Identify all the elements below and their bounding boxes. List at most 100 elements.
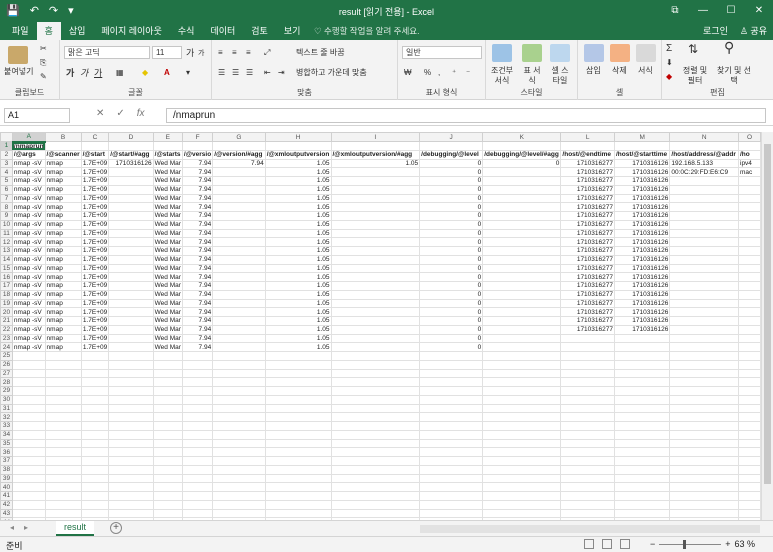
- cell[interactable]: [11, 421, 46, 431]
- cell[interactable]: 7.94: [181, 246, 214, 256]
- cell[interactable]: [212, 184, 266, 195]
- row-header[interactable]: 28: [0, 377, 13, 387]
- cell[interactable]: 1.05: [264, 193, 332, 204]
- cell[interactable]: [108, 228, 154, 239]
- row-header[interactable]: 37: [0, 456, 13, 466]
- cell[interactable]: [560, 333, 615, 344]
- cell[interactable]: nmap: [44, 324, 82, 335]
- font-name-select[interactable]: 맑은 고딕: [64, 46, 150, 59]
- cell[interactable]: 1710316277: [560, 324, 615, 335]
- cell[interactable]: 1.7E+09: [80, 202, 110, 212]
- cell[interactable]: 1710316126: [613, 324, 671, 335]
- cell[interactable]: [44, 386, 82, 396]
- cell[interactable]: 1710316126: [613, 158, 671, 169]
- cell[interactable]: 1.7E+09: [80, 307, 110, 317]
- cell[interactable]: 1.05: [264, 246, 332, 256]
- minimize-icon[interactable]: —: [689, 0, 717, 22]
- cell[interactable]: [108, 456, 154, 466]
- cell[interactable]: [11, 499, 46, 510]
- cell[interactable]: nmap: [44, 254, 82, 265]
- cell[interactable]: [264, 491, 332, 501]
- cell[interactable]: [419, 482, 484, 492]
- cell[interactable]: /@start: [80, 149, 110, 160]
- cell[interactable]: [80, 386, 110, 396]
- cell[interactable]: [80, 508, 110, 519]
- cell[interactable]: [181, 438, 214, 449]
- cell[interactable]: 7.94: [181, 342, 214, 352]
- cell[interactable]: [482, 456, 562, 466]
- cell[interactable]: [419, 456, 484, 466]
- cell[interactable]: [108, 272, 154, 282]
- cell[interactable]: [212, 246, 266, 256]
- row-header[interactable]: 20: [0, 307, 13, 317]
- cell[interactable]: [44, 368, 82, 379]
- login-link[interactable]: 로그인: [703, 22, 728, 40]
- cell[interactable]: [669, 473, 739, 484]
- cell[interactable]: [738, 491, 761, 501]
- find-select-icon[interactable]: ⚲: [724, 40, 734, 54]
- cell[interactable]: [44, 429, 82, 440]
- cell[interactable]: [108, 316, 154, 326]
- cell[interactable]: [44, 499, 82, 510]
- cell[interactable]: [264, 456, 332, 466]
- cell[interactable]: [419, 351, 484, 361]
- autosum-icon[interactable]: Σ: [666, 44, 672, 54]
- delete-cells-button[interactable]: 삭제: [612, 66, 627, 76]
- cell[interactable]: 1.7E+09: [80, 237, 110, 247]
- insert-cells-icon[interactable]: [584, 44, 604, 62]
- column-header[interactable]: F: [181, 132, 214, 142]
- cell[interactable]: 7.94: [181, 281, 214, 291]
- cell[interactable]: [482, 473, 562, 484]
- cell[interactable]: [613, 464, 671, 475]
- cell[interactable]: [560, 491, 615, 501]
- cell[interactable]: [11, 368, 46, 379]
- sort-filter-button[interactable]: 정렬 및 필터: [680, 66, 710, 86]
- cell[interactable]: [738, 246, 761, 256]
- cell[interactable]: nmap -sV: [11, 193, 46, 204]
- cell[interactable]: [560, 351, 615, 361]
- cell[interactable]: [80, 421, 110, 431]
- cell[interactable]: [152, 359, 183, 370]
- cell[interactable]: [560, 403, 615, 414]
- cell[interactable]: [738, 254, 761, 265]
- cell[interactable]: [482, 342, 562, 352]
- cell[interactable]: nmap -sV: [11, 333, 46, 344]
- cell[interactable]: 1710316126: [613, 237, 671, 247]
- align-center-icon[interactable]: ☰: [232, 68, 239, 78]
- cell[interactable]: [44, 141, 82, 151]
- cell[interactable]: [108, 167, 154, 177]
- cell[interactable]: 1.05: [264, 237, 332, 247]
- cell[interactable]: [669, 324, 739, 335]
- cell[interactable]: [212, 421, 266, 431]
- cell[interactable]: nmap: [44, 219, 82, 230]
- cell[interactable]: [80, 351, 110, 361]
- cell[interactable]: [482, 359, 562, 370]
- cell[interactable]: [560, 342, 615, 352]
- increase-decimal-icon[interactable]: ⁺: [452, 68, 456, 78]
- cell[interactable]: [108, 176, 154, 186]
- cell[interactable]: [11, 491, 46, 501]
- cell[interactable]: [108, 263, 154, 274]
- cell[interactable]: Wed Mar: [152, 211, 183, 221]
- row-header[interactable]: 8: [0, 202, 13, 212]
- cell[interactable]: [669, 316, 739, 326]
- sort-filter-icon[interactable]: ⇅: [688, 43, 698, 55]
- cell[interactable]: 1.05: [264, 263, 332, 274]
- cell[interactable]: [419, 499, 484, 510]
- cell[interactable]: [669, 202, 739, 212]
- cell[interactable]: 7.94: [181, 158, 214, 169]
- cell[interactable]: [11, 359, 46, 370]
- cell[interactable]: nmap -sV: [11, 228, 46, 239]
- cell[interactable]: [80, 464, 110, 475]
- column-header[interactable]: L: [560, 132, 615, 142]
- cell[interactable]: 1.05: [264, 176, 332, 186]
- cell[interactable]: [108, 211, 154, 221]
- conditional-format-icon[interactable]: [492, 44, 512, 62]
- cell[interactable]: [419, 368, 484, 379]
- cell[interactable]: [330, 333, 421, 344]
- cell[interactable]: [613, 491, 671, 501]
- align-left-icon[interactable]: ☰: [218, 68, 225, 78]
- cell[interactable]: nmap: [44, 289, 82, 300]
- cell[interactable]: [11, 447, 46, 457]
- cell[interactable]: 1710316277: [560, 246, 615, 256]
